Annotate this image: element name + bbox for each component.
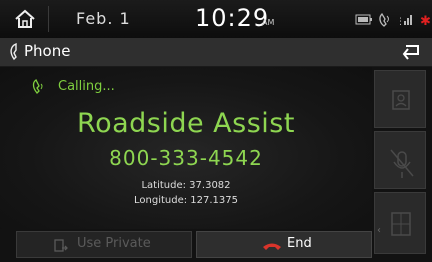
end-call-icon (263, 243, 281, 250)
bluetooth-phone-icon (379, 12, 389, 27)
back-button[interactable] (394, 41, 428, 63)
alert-icon: ✱ (420, 14, 430, 28)
calling-phone-icon (32, 79, 43, 94)
status-date: Feb. 1 (76, 9, 131, 28)
status-icons: ⋮ ✱ (355, 12, 430, 28)
contacts-button[interactable] (374, 70, 426, 128)
contact-name: Roadside Assist (77, 108, 295, 139)
phone-screen: Feb. 1 10:29 AM ⋮ ✱ Phone Calling... Roa… (0, 0, 432, 262)
status-ampm: AM (262, 18, 275, 27)
status-bar: Feb. 1 10:29 AM ⋮ ✱ (0, 0, 432, 38)
chevron-left-icon: ‹ (377, 225, 381, 236)
end-call-button[interactable]: End (196, 231, 372, 258)
mute-button[interactable] (374, 131, 426, 189)
end-call-label: End (287, 236, 312, 251)
phone-icon (10, 43, 17, 61)
svg-text:✱: ✱ (420, 14, 430, 28)
latitude-text: Latitude: 37.3082 (141, 180, 231, 191)
keypad-icon (391, 212, 411, 236)
contact-number: 800-333-4542 (109, 146, 263, 170)
svg-text:⋮: ⋮ (396, 17, 405, 27)
signal-icon: ⋮ (396, 15, 412, 27)
longitude-text: Longitude: 127.1375 (134, 195, 238, 206)
title-bar: Phone (0, 38, 432, 67)
use-private-button[interactable]: Use Private (16, 231, 192, 258)
use-private-label: Use Private (77, 236, 151, 251)
page-title: Phone (24, 42, 71, 60)
home-icon[interactable] (14, 8, 36, 30)
status-divider (48, 6, 49, 32)
keypad-button[interactable] (374, 192, 426, 254)
contacts-icon (392, 90, 410, 110)
microphone-mute-icon (390, 149, 414, 178)
use-private-icon (54, 239, 68, 252)
call-status: Calling... (58, 79, 115, 94)
battery-icon (355, 14, 372, 25)
status-time: 10:29 (195, 4, 270, 32)
